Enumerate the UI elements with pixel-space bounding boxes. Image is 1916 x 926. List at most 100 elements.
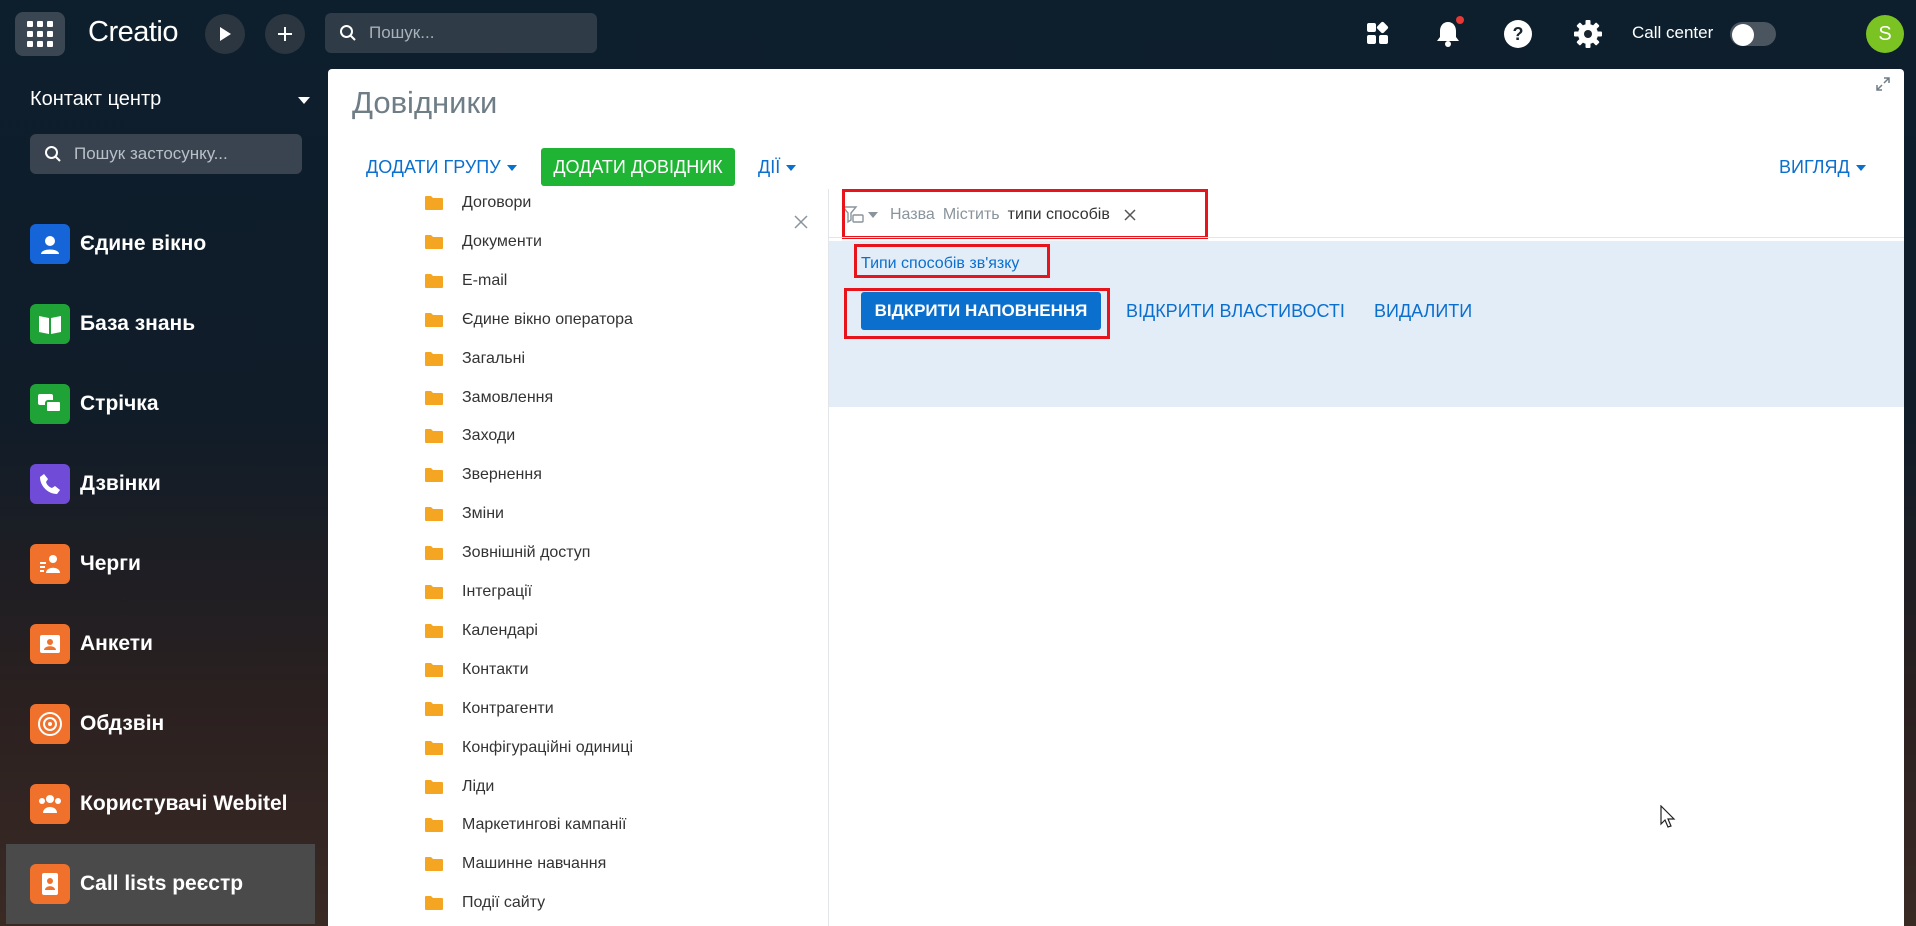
folder-tree-label: Контрагенти — [462, 699, 554, 717]
folder-tree-item[interactable]: Контрагенти — [424, 697, 554, 721]
help-icon: ? — [1504, 20, 1532, 48]
folder-icon — [425, 196, 443, 210]
folder-icon — [425, 273, 443, 288]
actions-label: ДІЇ — [758, 157, 781, 177]
folder-tree-label: Календарі — [462, 621, 538, 639]
folder-icon — [425, 429, 443, 444]
sidebar: Контакт центр Єдине вікно База знань Стр… — [6, 68, 318, 926]
folder-tree-label: Замовлення — [462, 388, 554, 406]
folder-tree-label: Ліди — [462, 777, 495, 795]
add-group-button[interactable]: ДОДАТИ ГРУПУ — [366, 157, 517, 178]
folder-tree-item[interactable]: E-mail — [424, 269, 507, 293]
settings-button[interactable] — [1570, 16, 1606, 52]
sidebar-item-label: Стрічка — [80, 392, 159, 415]
sidebar-item-surveys[interactable]: Анкети — [6, 604, 315, 684]
view-button[interactable]: ВИГЛЯД — [1779, 157, 1866, 178]
actions-button[interactable]: ДІЇ — [758, 157, 797, 178]
expand-icon[interactable] — [1876, 77, 1890, 96]
folder-icon — [425, 818, 443, 833]
folder-icon — [425, 312, 443, 327]
folder-tree-label: Конфігураційні одиниці — [462, 738, 634, 756]
queue-icon — [30, 544, 70, 584]
folder-tree-item[interactable]: Контакти — [424, 658, 529, 682]
workplace-selector[interactable]: Контакт центр — [30, 88, 310, 111]
folder-tree-item[interactable]: Звернення — [424, 463, 542, 487]
folder-tree-item[interactable]: Єдине вікно оператора — [424, 308, 633, 332]
highlight-open-content — [844, 288, 1110, 339]
chevron-down-icon — [506, 164, 517, 171]
folder-tree-item[interactable]: Заходи — [424, 424, 515, 448]
bell-icon — [1437, 22, 1459, 47]
run-process-button[interactable] — [205, 14, 245, 54]
folder-tree-label: Єдине вікно оператора — [462, 310, 633, 328]
widgets-button[interactable] — [1360, 16, 1396, 52]
folder-icon — [425, 468, 443, 483]
folder-tree-item[interactable]: Зміни — [424, 502, 504, 526]
folder-tree-label: Документи — [462, 232, 542, 250]
app-search-input[interactable] — [72, 143, 296, 165]
folder-tree-label: Загальні — [462, 349, 526, 367]
sidebar-item-label: Дзвінки — [80, 472, 161, 495]
sidebar-item-label: Єдине вікно — [80, 232, 207, 255]
creatio-logo: Creatio — [88, 16, 179, 48]
add-button[interactable] — [265, 14, 305, 54]
sidebar-item-dialing[interactable]: Обдзвін — [6, 684, 315, 764]
folder-tree-item[interactable]: Документи — [424, 230, 542, 254]
folder-tree-item[interactable]: Замовлення — [424, 386, 553, 410]
sidebar-item-label: База знань — [80, 312, 196, 335]
id-card-icon — [30, 624, 70, 664]
sidebar-item-feed[interactable]: Стрічка — [6, 364, 315, 444]
user-avatar[interactable]: S — [1866, 15, 1904, 53]
folder-tree-item[interactable]: Машинне навчання — [424, 852, 606, 876]
toggle-knob — [1732, 24, 1754, 46]
sidebar-item-webitel-users[interactable]: Користувачі Webitel — [6, 764, 315, 844]
apps-menu-button[interactable] — [15, 12, 65, 56]
folder-tree-item[interactable]: Конфігураційні одиниці — [424, 736, 633, 760]
call-center-toggle[interactable] — [1730, 22, 1776, 46]
top-bar: Creatio ? — [0, 0, 1916, 68]
sidebar-item-calls[interactable]: Дзвінки — [6, 444, 315, 524]
folder-tree-item[interactable]: Події сайту — [424, 891, 545, 915]
folder-tree-item[interactable]: Ліди — [424, 775, 494, 799]
add-lookup-button[interactable]: ДОДАТИ ДОВІДНИК — [541, 148, 735, 186]
sidebar-item-single-window[interactable]: Єдине вікно — [6, 204, 315, 284]
folder-icon — [425, 507, 443, 522]
sidebar-item-knowledge-base[interactable]: База знань — [6, 284, 315, 364]
folder-tree-item[interactable]: Маркетингові кампанії — [424, 813, 626, 837]
folder-tree-item[interactable]: Зовнішній доступ — [424, 541, 590, 565]
folder-tree-item[interactable]: Договори — [424, 191, 531, 215]
folder-tree-label: Машинне навчання — [462, 855, 607, 873]
folder-icon — [425, 234, 443, 249]
folder-icon — [425, 896, 443, 911]
folder-icon — [425, 585, 443, 599]
folder-tree-label: Зміни — [462, 505, 504, 523]
sidebar-item-label: Обдзвін — [80, 712, 165, 735]
folder-icon — [425, 623, 443, 638]
close-tree-button[interactable] — [794, 215, 808, 234]
global-search[interactable] — [325, 13, 597, 53]
widgets-icon — [1367, 21, 1389, 44]
call-center-label: Call center — [1632, 23, 1714, 42]
folder-tree-item[interactable]: Календарі — [424, 619, 538, 643]
folder-tree-label: Заходи — [462, 427, 516, 445]
folder-icon — [425, 701, 443, 716]
help-button[interactable]: ? — [1500, 16, 1536, 52]
search-icon — [45, 146, 61, 162]
notifications-button[interactable] — [1430, 16, 1466, 52]
folder-icon — [425, 779, 443, 794]
global-search-input[interactable] — [367, 22, 591, 44]
view-label: ВИГЛЯД — [1779, 157, 1850, 177]
sidebar-item-queues[interactable]: Черги — [6, 524, 315, 604]
folder-icon — [425, 740, 443, 755]
folder-tree-item[interactable]: Загальні — [424, 347, 525, 371]
contact-list-icon — [30, 864, 70, 904]
app-search[interactable] — [30, 134, 302, 174]
open-properties-button[interactable]: ВІДКРИТИ ВЛАСТИВОСТІ — [1126, 301, 1345, 322]
folder-tree-label: Звернення — [462, 466, 542, 484]
filter-divider — [828, 237, 1904, 238]
book-icon — [30, 304, 70, 344]
folder-tree-item[interactable]: Інтеграції — [424, 580, 532, 604]
sidebar-item-call-lists[interactable]: Call lists реєстр — [6, 844, 315, 924]
notification-dot — [1456, 16, 1464, 24]
delete-button[interactable]: ВИДАЛИТИ — [1374, 301, 1472, 322]
